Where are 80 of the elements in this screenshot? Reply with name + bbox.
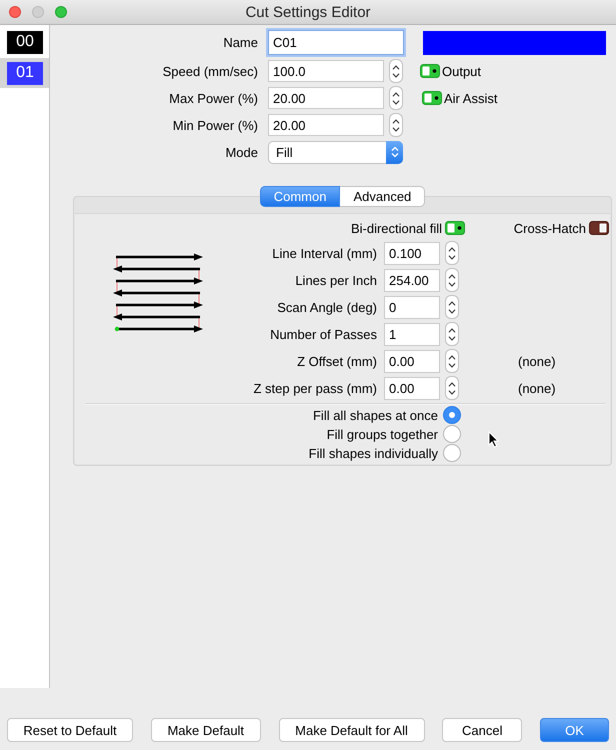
layer-chip[interactable]: 01 bbox=[7, 62, 43, 84]
number-stepper[interactable] bbox=[389, 86, 403, 110]
chevron-up-icon[interactable] bbox=[392, 92, 400, 96]
chevron-up-icon[interactable] bbox=[448, 300, 456, 306]
chevron-down-icon[interactable] bbox=[392, 72, 400, 78]
mouse-pointer-icon bbox=[488, 431, 499, 448]
field-label: Z Offset (mm) bbox=[296, 354, 377, 368]
number-input[interactable]: 0.00 bbox=[384, 350, 440, 372]
unit-note: (none) bbox=[518, 354, 556, 368]
number-stepper[interactable] bbox=[445, 349, 459, 373]
chevron-down-icon[interactable] bbox=[392, 100, 400, 104]
field-label: Lines per Inch bbox=[294, 272, 377, 288]
toggle-label: Bi-directional fill bbox=[350, 220, 442, 236]
layer-list-item[interactable]: 01 bbox=[0, 58, 49, 88]
chevron-up-icon[interactable] bbox=[392, 118, 400, 124]
number-stepper[interactable] bbox=[389, 113, 403, 137]
window-title: Cut Settings Editor bbox=[245, 4, 371, 20]
toggle-switch[interactable] bbox=[422, 91, 442, 105]
radio-label: Fill all shapes at once bbox=[312, 408, 438, 422]
toggle-switch[interactable] bbox=[445, 221, 465, 235]
toggle-label: Cross-Hatch bbox=[514, 220, 586, 236]
dialog-button[interactable]: Reset to Default bbox=[7, 718, 133, 742]
radio-button[interactable] bbox=[443, 406, 461, 424]
number-stepper[interactable] bbox=[445, 322, 459, 346]
chevron-up-icon[interactable] bbox=[392, 64, 400, 70]
chevron-down-icon[interactable] bbox=[448, 308, 456, 314]
chevron-down-icon[interactable] bbox=[448, 254, 456, 260]
number-input[interactable]: 254.00 bbox=[384, 268, 440, 292]
number-stepper[interactable] bbox=[389, 59, 403, 83]
maximize-icon[interactable] bbox=[55, 6, 67, 18]
layer-list-item[interactable]: 00 bbox=[0, 27, 49, 57]
chevron-down-icon[interactable] bbox=[392, 126, 400, 132]
field-label: Line Interval (mm) bbox=[271, 246, 377, 260]
field-label: Mode bbox=[224, 144, 258, 160]
toggle-switch[interactable] bbox=[589, 221, 609, 235]
radio-label: Fill groups together bbox=[326, 426, 438, 442]
number-input[interactable]: 20.00 bbox=[268, 87, 384, 109]
mode-dropdown[interactable]: Fill bbox=[268, 140, 403, 164]
chevron-down-icon[interactable] bbox=[448, 336, 456, 340]
chevron-down-icon[interactable] bbox=[448, 362, 456, 368]
number-stepper[interactable] bbox=[445, 268, 459, 292]
number-input[interactable]: 0.00 bbox=[384, 376, 440, 400]
unit-note: (none) bbox=[518, 380, 556, 396]
radio-button[interactable] bbox=[443, 444, 461, 462]
number-input[interactable]: 0 bbox=[384, 296, 440, 318]
field-label: Min Power (%) bbox=[172, 118, 258, 132]
radio-button[interactable] bbox=[443, 425, 461, 443]
tab[interactable]: Advanced bbox=[340, 186, 426, 207]
toggle-label: Output bbox=[442, 64, 482, 78]
chevron-up-icon[interactable] bbox=[448, 354, 456, 360]
color-swatch[interactable] bbox=[423, 30, 606, 54]
chevron-down-icon[interactable] bbox=[448, 390, 456, 394]
close-icon[interactable] bbox=[9, 6, 21, 18]
chevron-down-icon[interactable] bbox=[448, 282, 456, 286]
toggle-switch[interactable] bbox=[420, 64, 440, 78]
field-label: Number of Passes bbox=[269, 326, 377, 342]
number-input[interactable]: 1 bbox=[384, 322, 440, 346]
chevron-up-icon[interactable] bbox=[448, 246, 456, 252]
radio-label: Fill shapes individually bbox=[308, 446, 438, 460]
field-label: Speed (mm/sec) bbox=[162, 64, 258, 78]
name-input[interactable]: C01 bbox=[268, 30, 404, 55]
number-input[interactable]: 100.0 bbox=[268, 60, 384, 82]
field-label: Name bbox=[222, 35, 258, 50]
field-label: Z step per pass (mm) bbox=[252, 380, 377, 396]
number-stepper[interactable] bbox=[445, 241, 459, 265]
dialog-button[interactable]: Make Default bbox=[150, 718, 261, 742]
chevron-up-icon[interactable] bbox=[448, 328, 456, 332]
toggle-label: Air Assist bbox=[444, 90, 498, 106]
number-stepper[interactable] bbox=[445, 376, 459, 400]
chevron-up-icon[interactable] bbox=[448, 274, 456, 278]
up-down-chevron-icon[interactable] bbox=[386, 140, 403, 164]
field-label: Max Power (%) bbox=[168, 90, 258, 106]
layer-chip[interactable]: 00 bbox=[7, 30, 43, 54]
chevron-up-icon[interactable] bbox=[448, 382, 456, 386]
number-input[interactable]: 20.00 bbox=[268, 114, 384, 136]
dialog-button[interactable]: Make Default for All bbox=[278, 718, 424, 742]
field-label: Scan Angle (deg) bbox=[276, 300, 377, 314]
number-stepper[interactable] bbox=[445, 295, 459, 319]
number-input[interactable]: 0.100 bbox=[384, 242, 440, 264]
dialog-button[interactable]: Cancel bbox=[442, 718, 522, 742]
